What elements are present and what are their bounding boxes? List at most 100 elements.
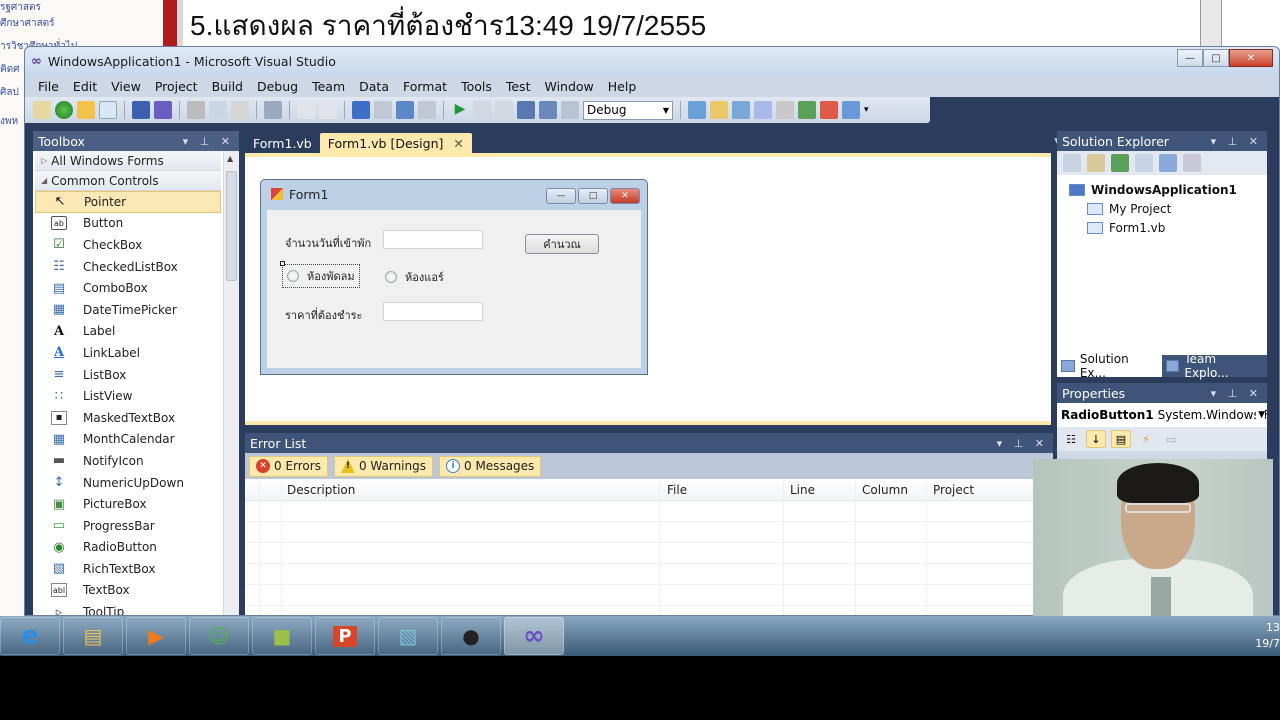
menu-file[interactable]: File	[31, 79, 66, 94]
toolbox-category-common-controls[interactable]: ◢ Common Controls	[35, 171, 221, 191]
taskbar-media-player[interactable]: ▶	[126, 617, 186, 655]
selection-handle[interactable]	[280, 261, 285, 266]
calculate-button[interactable]: คำนวณ	[525, 234, 599, 254]
solution-configuration-dropdown[interactable]: Debug ▼	[583, 100, 673, 120]
menu-format[interactable]: Format	[396, 79, 454, 94]
view-code-icon[interactable]	[1135, 154, 1153, 172]
label-price[interactable]: ราคาที่ต้องชำระ	[285, 306, 362, 324]
class-view-icon[interactable]	[798, 101, 816, 119]
toolbox-icon[interactable]	[754, 101, 772, 119]
pane-controls[interactable]: ▾ ⊥ ✕	[1211, 387, 1262, 400]
find-in-files-icon[interactable]	[688, 101, 706, 119]
messages-filter-button[interactable]: i 0 Messages	[439, 455, 542, 477]
solution-root-node[interactable]: WindowsApplication1	[1069, 183, 1237, 197]
menu-data[interactable]: Data	[352, 79, 396, 94]
node-form1-vb[interactable]: Form1.vb	[1087, 221, 1165, 235]
toolbox-item-listbox[interactable]: ≡ ListBox	[35, 364, 221, 386]
add-item-icon[interactable]	[55, 101, 73, 119]
tab-team-explorer[interactable]: Team Explo...	[1162, 352, 1267, 380]
taskbar-webcam-recorder[interactable]: ●	[441, 617, 501, 655]
command-window-icon[interactable]	[842, 101, 860, 119]
column-file[interactable]: File	[667, 483, 687, 497]
system-tray-clock[interactable]: 13 19/7	[1250, 616, 1280, 656]
toolbox-item-combobox[interactable]: ▤ ComboBox	[35, 277, 221, 299]
tab-solution-explorer[interactable]: Solution Ex...	[1057, 352, 1162, 380]
cut-icon[interactable]	[187, 101, 205, 119]
toolbox-scrollbar[interactable]: ▲	[223, 151, 239, 615]
save-all-icon[interactable]	[154, 101, 172, 119]
toolbox-item-progressbar[interactable]: ▭ ProgressBar	[35, 515, 221, 537]
toolbox-item-datetimepicker[interactable]: ▦ DateTimePicker	[35, 299, 221, 321]
copy-icon[interactable]	[209, 101, 227, 119]
maximize-button[interactable]: □	[1203, 49, 1229, 67]
properties-window-icon[interactable]	[710, 101, 728, 119]
menu-edit[interactable]: Edit	[66, 79, 104, 94]
error-list-icon[interactable]	[820, 101, 838, 119]
stop-icon[interactable]	[495, 101, 513, 119]
refresh-icon[interactable]	[1111, 154, 1129, 172]
open-file-icon[interactable]	[77, 101, 95, 119]
toolbox-item-radiobutton[interactable]: ◉ RadioButton	[35, 537, 221, 559]
comment-icon[interactable]	[297, 101, 315, 119]
save-icon[interactable]	[132, 101, 150, 119]
label-days[interactable]: จำนวนวันที่เข้าพัก	[285, 234, 371, 252]
navigate-forward-icon[interactable]	[418, 101, 436, 119]
taskbar-powerpoint[interactable]: P	[315, 617, 375, 655]
textbox-price[interactable]	[383, 302, 483, 321]
toolbox-item-label[interactable]: A Label	[35, 321, 221, 343]
toolbox-item-notifyicon[interactable]: ▬ NotifyIcon	[35, 450, 221, 472]
find-icon[interactable]	[264, 101, 282, 119]
property-pages-icon[interactable]: ▭	[1161, 430, 1181, 448]
start-icon[interactable]: ▶	[451, 101, 469, 119]
add-new-icon[interactable]	[99, 101, 117, 119]
menu-window[interactable]: Window	[537, 79, 600, 94]
view-class-diagram-icon[interactable]	[1183, 154, 1201, 172]
taskbar-messenger[interactable]: ☺	[189, 617, 249, 655]
show-all-files-icon[interactable]	[1087, 154, 1105, 172]
menu-tools[interactable]: Tools	[454, 79, 499, 94]
toolbox-item-maskedtextbox[interactable]: ▪ MaskedTextBox	[35, 407, 221, 429]
step-over-icon[interactable]	[539, 101, 557, 119]
toolbox-item-listview[interactable]: ∷ ListView	[35, 385, 221, 407]
pane-controls[interactable]: ▾ ⊥ ✕	[183, 135, 234, 148]
tab-form1-vb[interactable]: Form1.vb	[245, 133, 320, 153]
scroll-up-icon[interactable]: ▲	[227, 154, 233, 163]
close-tab-icon[interactable]: ✕	[453, 136, 463, 151]
events-icon[interactable]: ⚡	[1136, 430, 1156, 448]
new-project-icon[interactable]	[33, 101, 51, 119]
paste-icon[interactable]	[231, 101, 249, 119]
navigate-back-icon[interactable]	[396, 101, 414, 119]
toolbox-item-monthcalendar[interactable]: ▦ MonthCalendar	[35, 429, 221, 451]
column-description[interactable]: Description	[287, 483, 355, 497]
object-browser-icon[interactable]	[732, 101, 750, 119]
menu-build[interactable]: Build	[205, 79, 250, 94]
toolbox-item-textbox[interactable]: abl TextBox	[35, 580, 221, 602]
redo-icon[interactable]	[374, 101, 392, 119]
taskbar-notepad[interactable]: ▧	[378, 617, 438, 655]
properties-view-icon[interactable]: ▤	[1111, 430, 1131, 448]
close-button[interactable]: ✕	[1229, 49, 1273, 67]
properties-object-selector[interactable]: RadioButton1 System.Windows.Fc ▼	[1057, 403, 1267, 427]
column-line[interactable]: Line	[790, 483, 815, 497]
toolbox-item-linklabel[interactable]: A LinkLabel	[35, 342, 221, 364]
pause-icon[interactable]	[473, 101, 491, 119]
toolbox-item-checkedlistbox[interactable]: ☷ CheckedListBox	[35, 256, 221, 278]
step-into-icon[interactable]	[517, 101, 535, 119]
scrollbar-thumb[interactable]	[226, 171, 237, 281]
toolbox-item-pointer[interactable]: ↖ Pointer	[35, 191, 221, 213]
minimize-button[interactable]: —	[1177, 49, 1203, 67]
menu-team[interactable]: Team	[305, 79, 352, 94]
uncomment-icon[interactable]	[319, 101, 337, 119]
tab-form1-design[interactable]: Form1.vb [Design] ✕	[319, 133, 472, 153]
menu-view[interactable]: View	[104, 79, 148, 94]
toolbox-item-tooltip[interactable]: ▹ ToolTip	[35, 601, 221, 615]
radio-fan-room[interactable]: ห้องพัดลม	[282, 264, 360, 288]
toolbox-item-button[interactable]: ab Button	[35, 213, 221, 235]
menu-help[interactable]: Help	[601, 79, 644, 94]
toolbox-item-picturebox[interactable]: ▣ PictureBox	[35, 493, 221, 515]
warnings-filter-button[interactable]: ! 0 Warnings	[333, 455, 433, 477]
form1-window[interactable]: Form1 — □ ✕ จำนวนวันที่เข้าพัก คำนวณ ห้อ…	[260, 179, 648, 375]
column-project[interactable]: Project	[933, 483, 974, 497]
menu-project[interactable]: Project	[148, 79, 205, 94]
pane-controls[interactable]: ▾ ⊥ ✕	[997, 437, 1048, 450]
